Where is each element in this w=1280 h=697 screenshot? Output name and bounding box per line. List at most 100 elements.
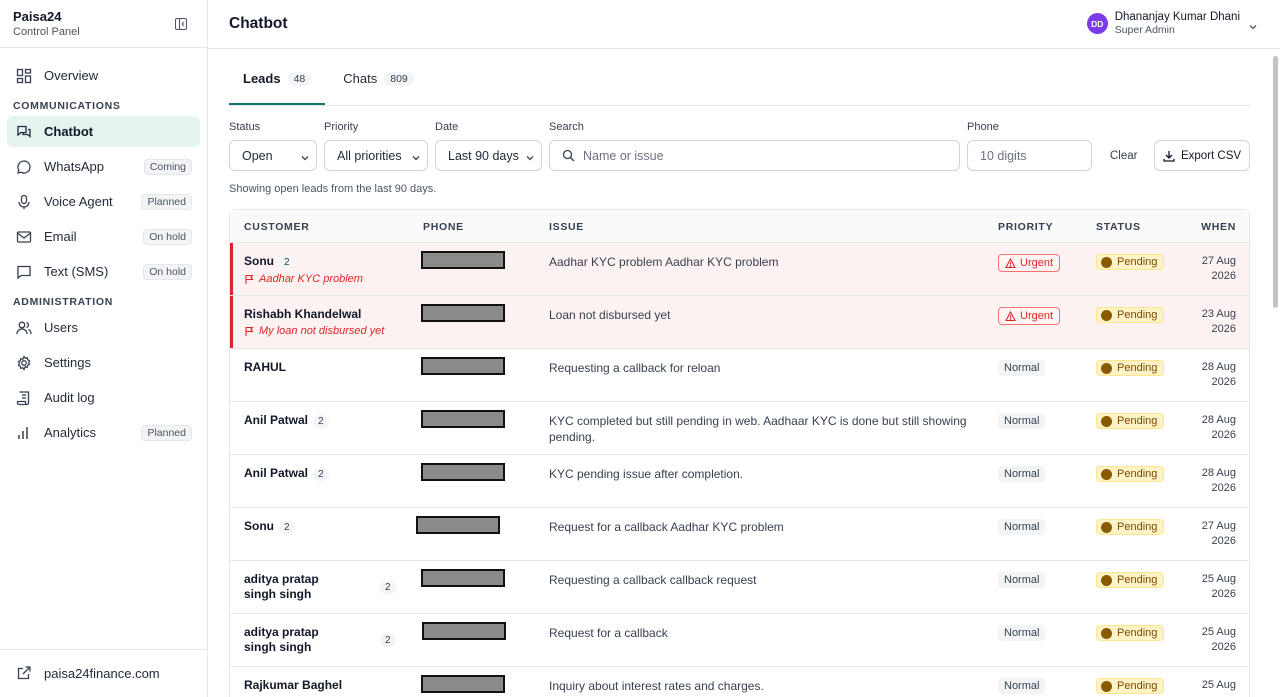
when-date: 25 Aug — [1201, 679, 1236, 691]
flag-text: My loan not disbursed yet — [259, 325, 385, 337]
status-badge: Planned — [141, 424, 192, 441]
table-row[interactable]: aditya pratap singh singh 2 Requesting a c… — [230, 561, 1249, 614]
lead-count-badge: 2 — [380, 581, 396, 594]
customer-name: Anil Patwal — [244, 413, 309, 427]
sidebar-item-voice-agent[interactable]: Voice Agent Planned — [7, 186, 200, 217]
brand-name: Paisa24 — [13, 9, 62, 24]
customer-name-wrap: Sonu 2 — [244, 519, 295, 535]
phone-redacted — [421, 675, 505, 693]
customer-name: Rajkumar Baghel — [244, 678, 343, 692]
search-icon — [562, 149, 575, 162]
status-label: Pending — [1117, 362, 1158, 374]
customer-name-wrap: Rishabh Khandelwal — [244, 307, 384, 322]
flag-icon — [244, 274, 259, 285]
flag-note: Aadhar KYC problem — [244, 273, 363, 285]
customer-name: aditya pratap singh singh — [244, 572, 319, 601]
status-dot-icon — [1101, 362, 1112, 374]
status-select[interactable]: Open — [229, 140, 317, 171]
scrollbar[interactable] — [1273, 56, 1278, 308]
sidebar-item-sms[interactable]: Text (SMS) On hold — [7, 256, 200, 287]
sidebar-item-label: Text (SMS) — [44, 264, 109, 279]
chat-icon — [15, 123, 33, 141]
sidebar-item-users[interactable]: Users — [7, 312, 200, 343]
priority-label: Urgent — [1020, 310, 1054, 322]
table-row[interactable]: Sonu 2 Aadhar KYC problem Aadhar KYC proble… — [230, 243, 1249, 296]
phone-redacted — [422, 622, 506, 640]
table-row[interactable]: Sonu 2 Request for a callback Aadhar KYC p… — [230, 508, 1249, 561]
issue-text: Requesting a callback callback request — [549, 573, 757, 587]
customer-cell: Anil Patwal 2 — [244, 413, 329, 429]
tab-chats[interactable]: Chats 809 — [329, 71, 428, 105]
status-badge: Pending — [1096, 572, 1165, 588]
search-input[interactable]: Name or issue — [549, 140, 960, 171]
priority-badge: Normal — [998, 572, 1046, 588]
status-dot-icon — [1101, 627, 1112, 639]
external-site-link[interactable]: paisa24finance.com — [0, 649, 207, 697]
phone-redacted — [421, 304, 505, 322]
customer-name: Rishabh Khandelwal — [244, 307, 362, 321]
date-select[interactable]: Last 90 days — [435, 140, 542, 171]
status-badge: On hold — [143, 228, 192, 245]
leads-table: CUSTOMER PHONE ISSUE PRIORITY STATUS WHE… — [229, 209, 1250, 697]
flag-text: Aadhar KYC problem — [259, 273, 363, 285]
table-row[interactable]: Anil Patwal 2 KYC pending issue after comp… — [230, 455, 1249, 508]
flag-icon — [244, 326, 259, 337]
table-row[interactable]: RAHUL Requesting a callback for reloan Nor… — [230, 349, 1249, 402]
lead-count-badge: 2 — [313, 468, 329, 481]
clear-button[interactable]: Clear — [1110, 140, 1137, 171]
lead-count-badge: 2 — [380, 634, 396, 647]
status-badge: Pending — [1096, 678, 1165, 694]
priority-select[interactable]: All priorities — [324, 140, 428, 171]
column-header: PHONE — [423, 221, 464, 233]
sidebar-item-analytics[interactable]: Analytics Planned — [7, 417, 200, 448]
status-badge: Pending — [1096, 519, 1165, 535]
microphone-icon — [15, 193, 33, 211]
table-row[interactable]: Rishabh Khandelwal My loan not disbursed … — [230, 296, 1249, 349]
sidebar-collapse-icon[interactable] — [175, 17, 187, 30]
brand: Paisa24 Control Panel — [0, 0, 207, 48]
priority-badge: Urgent — [998, 307, 1061, 325]
customer-cell: Anil Patwal 2 — [244, 466, 329, 482]
sidebar-item-email[interactable]: Email On hold — [7, 221, 200, 252]
when-cell: 28 Aug 2026 — [1202, 466, 1236, 496]
table-row[interactable]: Anil Patwal 2 KYC completed but still pend… — [230, 402, 1249, 455]
sidebar-item-overview[interactable]: Overview — [7, 60, 200, 91]
priority-badge: Urgent — [998, 254, 1061, 272]
customer-name: Sonu — [244, 254, 274, 268]
status-label: Pending — [1117, 627, 1158, 639]
when-date: 28 Aug — [1201, 467, 1236, 479]
lead-count-badge: 2 — [279, 256, 295, 269]
sidebar-item-label: Chatbot — [44, 124, 94, 139]
tab-label: Chats — [343, 71, 378, 86]
table-row[interactable]: aditya pratap singh singh 2 Request for a … — [230, 614, 1249, 667]
sidebar-item-label: Audit log — [44, 390, 95, 405]
status-dot-icon — [1101, 521, 1112, 533]
sidebar-item-audit-log[interactable]: Audit log — [7, 382, 200, 413]
table-row[interactable]: Rajkumar Baghel Inquiry about interest ra… — [230, 667, 1249, 697]
tab-leads[interactable]: Leads 48 — [229, 71, 326, 105]
customer-cell: RAHUL — [244, 360, 286, 375]
status-dot-icon — [1101, 574, 1112, 586]
when-year: 2026 — [1211, 641, 1236, 653]
sidebar-item-label: WhatsApp — [44, 159, 104, 174]
status-filter-label: Status — [229, 121, 261, 133]
column-header: WHEN — [1201, 221, 1236, 233]
table-header: CUSTOMER PHONE ISSUE PRIORITY STATUS WHE… — [230, 210, 1249, 243]
phone-redacted — [421, 251, 505, 269]
sidebar-item-chatbot[interactable]: Chatbot — [7, 116, 200, 147]
when-cell: 25 Aug 2026 — [1202, 625, 1236, 655]
section-administration: ADMINISTRATION — [13, 296, 114, 308]
sidebar-item-label: Analytics — [44, 425, 97, 440]
phone-input[interactable]: 10 digits — [967, 140, 1092, 171]
customer-name: Sonu — [244, 519, 274, 533]
user-menu[interactable]: DD Dhananjay Kumar Dhani Super Admin — [1086, 11, 1258, 36]
when-year: 2026 — [1211, 429, 1236, 441]
when-cell: 25 Aug 2026 — [1202, 572, 1236, 602]
customer-name: aditya pratap singh singh — [244, 625, 319, 654]
status-badge: Pending — [1096, 254, 1165, 270]
status-badge: On hold — [143, 263, 192, 280]
sidebar-item-settings[interactable]: Settings — [7, 347, 200, 378]
sidebar-item-whatsapp[interactable]: WhatsApp Coming — [7, 151, 200, 182]
status-label: Pending — [1117, 521, 1158, 533]
export-csv-button[interactable]: Export CSV — [1154, 140, 1250, 171]
